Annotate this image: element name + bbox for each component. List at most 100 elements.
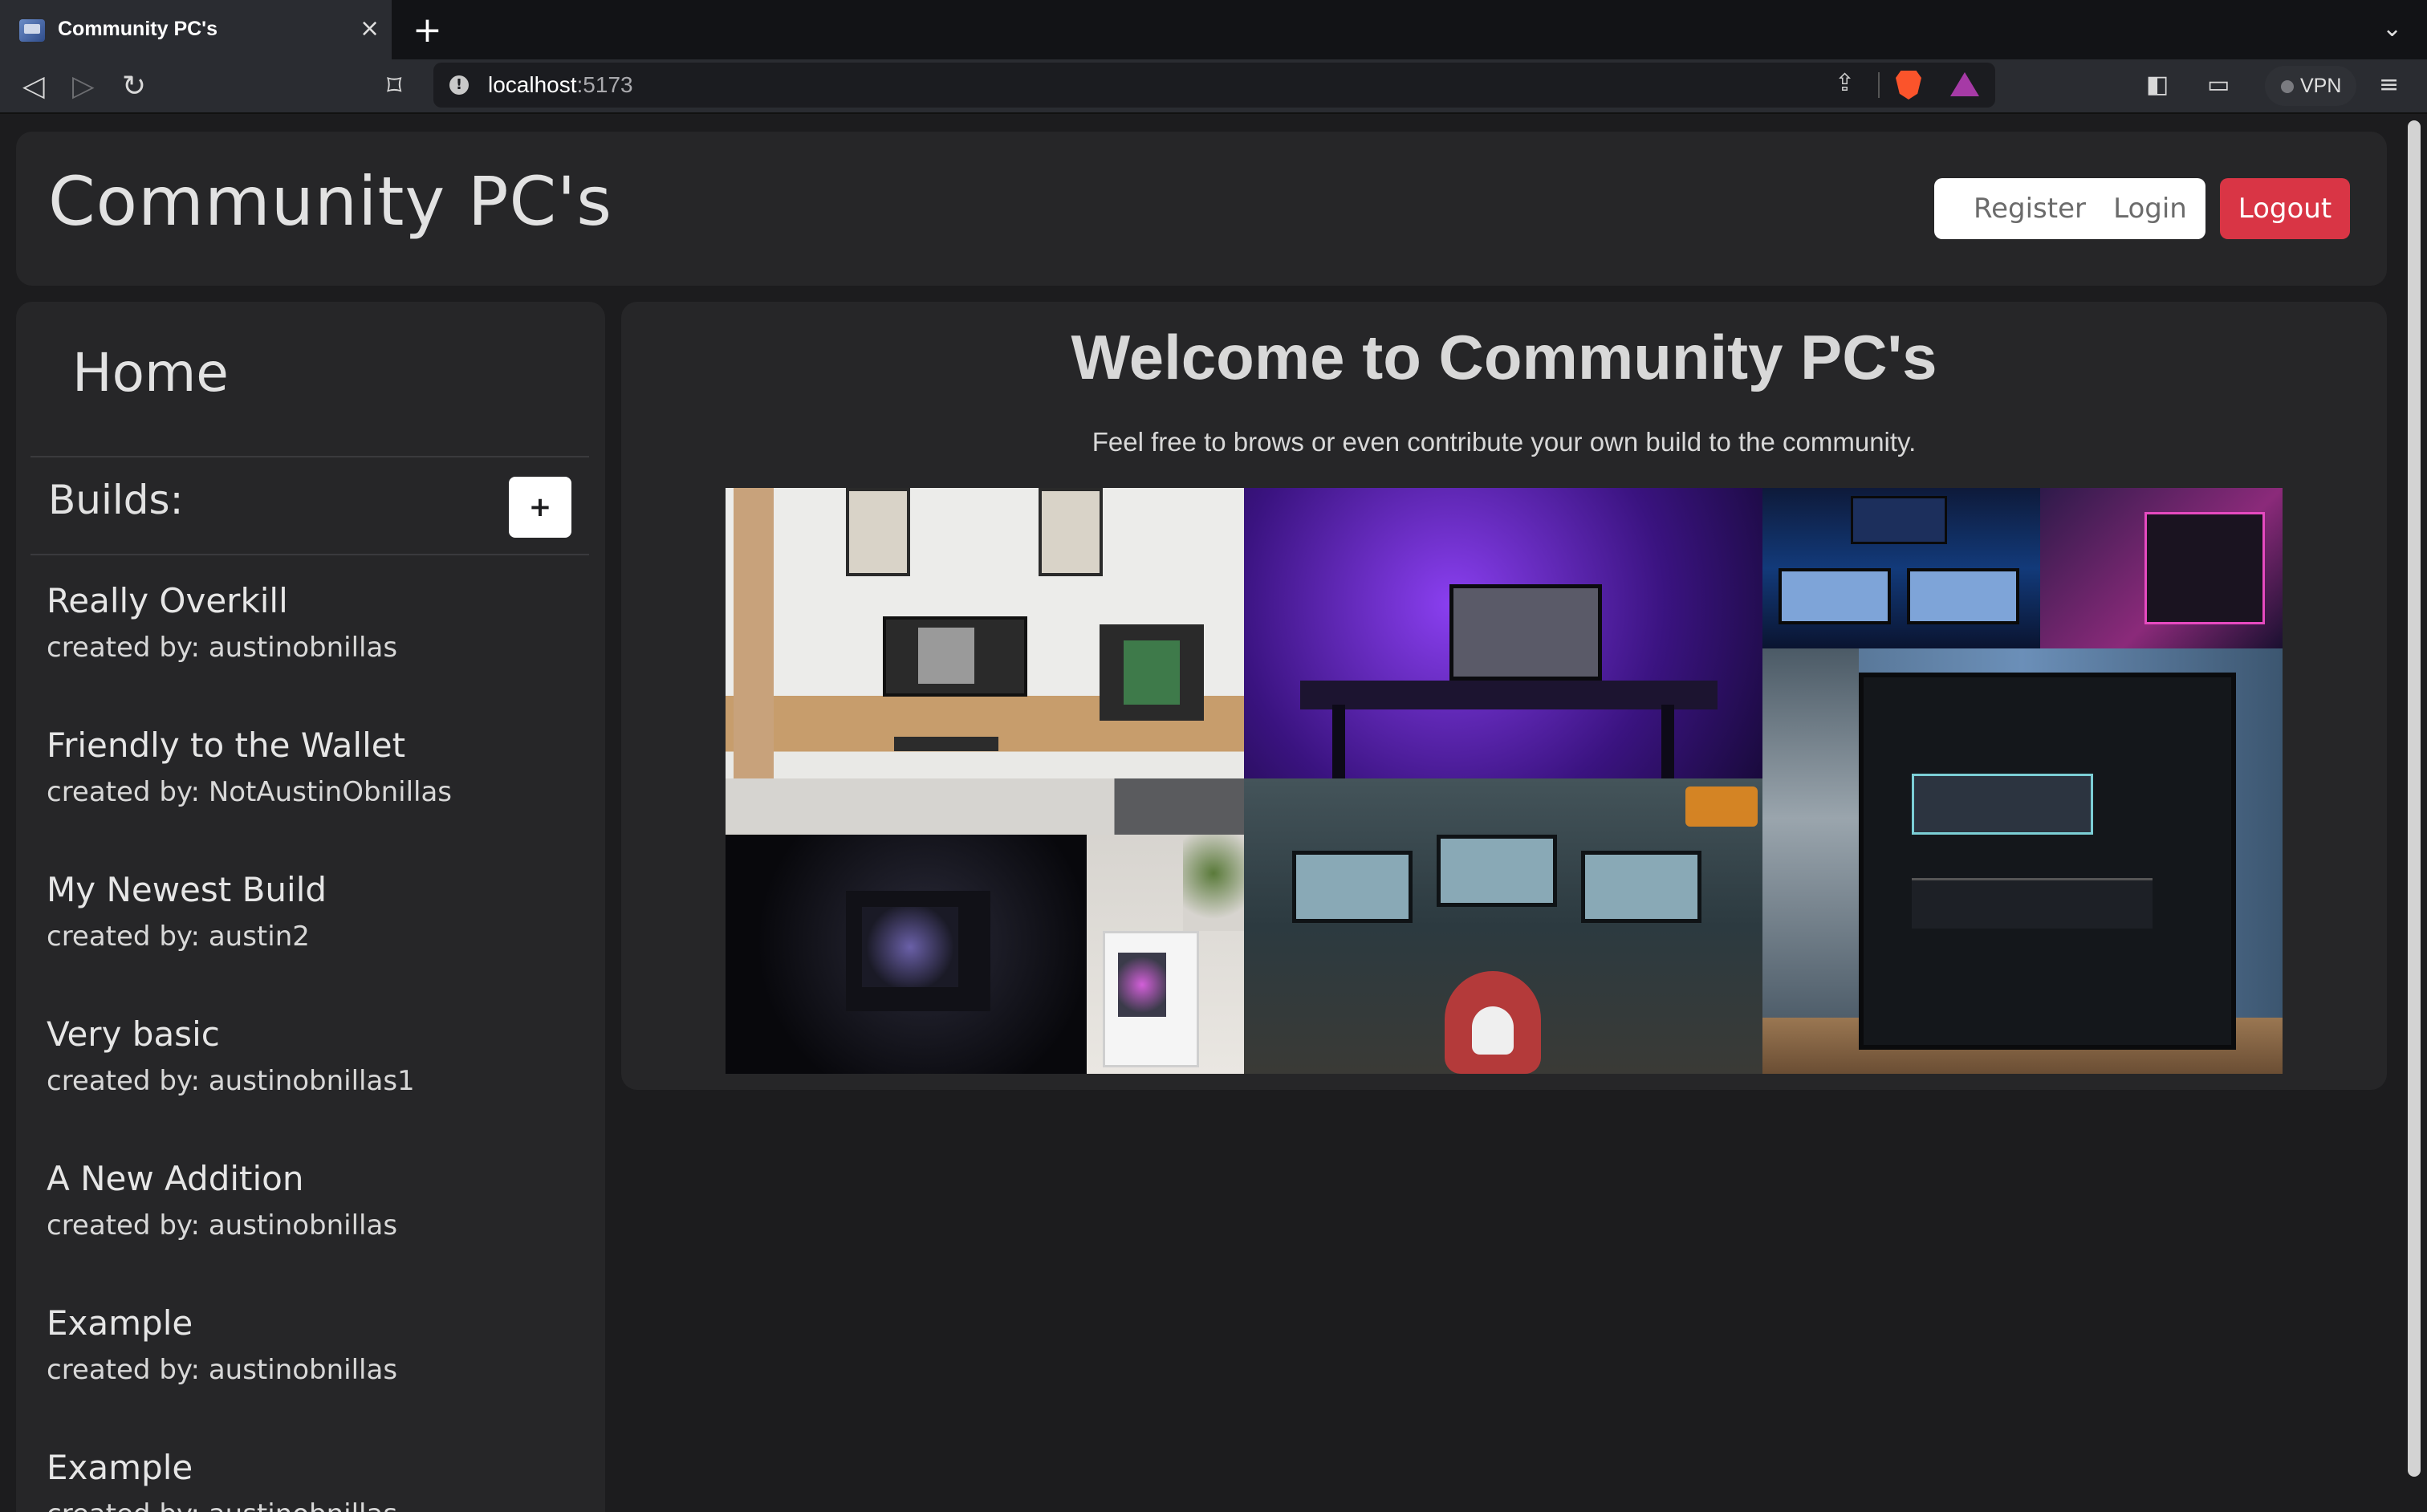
keyboard — [894, 737, 998, 751]
desk-leg — [1332, 705, 1345, 778]
build-creator: created by: austinobnillas — [47, 632, 576, 664]
desk — [1300, 681, 1718, 709]
welcome-panel: Welcome to Community PC's Feel free to b… — [621, 302, 2387, 1090]
build-list-item[interactable]: Really Overkill created by: austinobnill… — [47, 581, 576, 701]
wallet-icon[interactable]: ▭ — [2207, 71, 2230, 99]
build-title: Friendly to the Wallet — [47, 726, 406, 765]
build-title: A New Addition — [47, 1159, 304, 1198]
collage-photo-pink-setup — [2040, 488, 2283, 648]
build-creator: created by: austinobnillas — [47, 1498, 576, 1512]
created-by-prefix: created by: — [47, 776, 209, 808]
created-by-prefix: created by: — [47, 921, 209, 953]
collage-photo-white-pc — [1087, 835, 1244, 1074]
monitor — [1437, 835, 1557, 907]
monitor — [1851, 496, 1947, 544]
collage-photo-gamer-desk — [1244, 778, 1762, 1074]
collage-photo-dark-pc — [726, 835, 1087, 1074]
build-author: NotAustinObnillas — [208, 776, 453, 808]
url-text[interactable]: localhost:5173 — [488, 72, 633, 98]
forward-icon[interactable]: ▷ — [72, 71, 95, 103]
build-list-item[interactable]: Very basic created by: austinobnillas1 — [47, 1014, 576, 1135]
builds-sidebar: Home Builds: + Really Overkill created b… — [16, 302, 605, 1512]
brave-rewards-icon[interactable] — [1950, 72, 1979, 96]
logout-button[interactable]: Logout — [2220, 178, 2350, 239]
vpn-status-icon — [2281, 80, 2294, 93]
created-by-prefix: created by: — [47, 1209, 209, 1242]
browser-toolbar: ◁ ▷ ↻ ⌑ ! localhost:5173 ⇪ ◧ ▭ VPN ≡ — [0, 59, 2427, 114]
tab-title: Community PC's — [58, 18, 218, 40]
build-author: austinobnillas — [209, 1498, 397, 1512]
page-viewport: Community PC's Register Login Logout Hom… — [0, 116, 2427, 1512]
build-title: Example — [47, 1303, 193, 1343]
share-icon[interactable]: ⇪ — [1835, 69, 1855, 97]
build-title: Very basic — [47, 1014, 220, 1054]
pc-case — [1859, 673, 2236, 1050]
build-author: austin2 — [208, 921, 310, 953]
reload-icon[interactable]: ↻ — [122, 71, 146, 103]
browser-tab-strip: Community PC's × + ⌄ — [0, 0, 2427, 59]
created-by-prefix: created by: — [47, 632, 209, 664]
build-creator: created by: austinobnillas — [47, 1209, 576, 1242]
url-host: localhost — [488, 72, 577, 97]
new-tab-icon[interactable]: + — [413, 10, 442, 51]
pc-case — [1103, 931, 1199, 1067]
pc-setups-collage — [726, 488, 2283, 1074]
created-by-prefix: created by: — [47, 1354, 209, 1386]
add-build-button[interactable]: + — [509, 477, 571, 538]
collage-photo-big-case — [1762, 648, 2283, 1074]
plant — [1183, 835, 1244, 931]
page-scrollbar[interactable] — [2403, 116, 2427, 1512]
divider — [30, 554, 589, 555]
pc-case — [846, 891, 990, 1011]
collage-photo-blue-monitors — [1762, 488, 2040, 648]
site-header: Community PC's Register Login Logout — [16, 132, 2387, 286]
pc-case — [1100, 624, 1204, 721]
wall-frame — [846, 488, 910, 576]
build-list-item[interactable]: A New Addition created by: austinobnilla… — [47, 1159, 576, 1279]
builds-heading: Builds: — [48, 477, 184, 523]
tab-list-chevron-icon[interactable]: ⌄ — [2382, 14, 2402, 43]
build-list-item[interactable]: My Newest Build created by: austin2 — [47, 870, 576, 990]
build-author: austinobnillas1 — [208, 1065, 415, 1097]
pc-case — [2144, 512, 2265, 624]
bookmark-icon[interactable]: ⌑ — [387, 71, 401, 103]
home-link[interactable]: Home — [72, 342, 229, 404]
build-author: austinobnillas — [208, 632, 398, 664]
site-info-icon[interactable]: ! — [449, 75, 469, 95]
build-list-item[interactable]: Example created by: austinobnillas — [47, 1303, 576, 1424]
build-list-item[interactable]: Friendly to the Wallet created by: NotAu… — [47, 726, 576, 846]
site-brand[interactable]: Community PC's — [48, 162, 612, 241]
site-favicon-icon — [19, 19, 45, 42]
close-tab-icon[interactable]: × — [360, 14, 380, 43]
back-icon[interactable]: ◁ — [22, 71, 45, 103]
welcome-subheading: Feel free to brows or even contribute yo… — [1092, 427, 1917, 457]
build-creator: created by: NotAustinObnillas — [47, 776, 576, 808]
build-author: austinobnillas — [208, 1354, 398, 1386]
collage-photo-strip — [726, 778, 1244, 835]
monitor — [1581, 851, 1701, 923]
scrollbar-thumb[interactable] — [2408, 120, 2421, 1477]
monitor — [1292, 851, 1413, 923]
vpn-button[interactable]: VPN — [2265, 66, 2356, 106]
brave-shields-icon[interactable] — [1896, 71, 1921, 100]
monitor — [883, 616, 1027, 697]
divider — [30, 456, 589, 457]
build-author: austinobnillas — [208, 1209, 398, 1242]
build-title: Example — [47, 1448, 193, 1487]
sidebar-toggle-icon[interactable]: ◧ — [2146, 71, 2169, 99]
divider — [1878, 72, 1880, 98]
address-bar[interactable]: ! localhost:5173 ⇪ — [433, 63, 1995, 108]
browser-tab[interactable]: Community PC's × — [0, 0, 392, 59]
menu-icon[interactable]: ≡ — [2379, 71, 2399, 99]
url-port: :5173 — [576, 72, 633, 97]
wall-art — [1762, 648, 1859, 1074]
monitor — [1449, 584, 1602, 681]
created-by-prefix: created by: — [47, 1065, 209, 1097]
person-with-skull-beanie — [1445, 971, 1541, 1074]
build-title: Really Overkill — [47, 581, 288, 620]
welcome-heading: Welcome to Community PC's — [1071, 322, 1937, 392]
build-list-item[interactable]: Example created by: austinobnillas — [47, 1448, 576, 1512]
monitor — [1779, 568, 1891, 624]
login-button[interactable]: Login — [2095, 178, 2205, 239]
wall-frame — [1039, 488, 1103, 576]
